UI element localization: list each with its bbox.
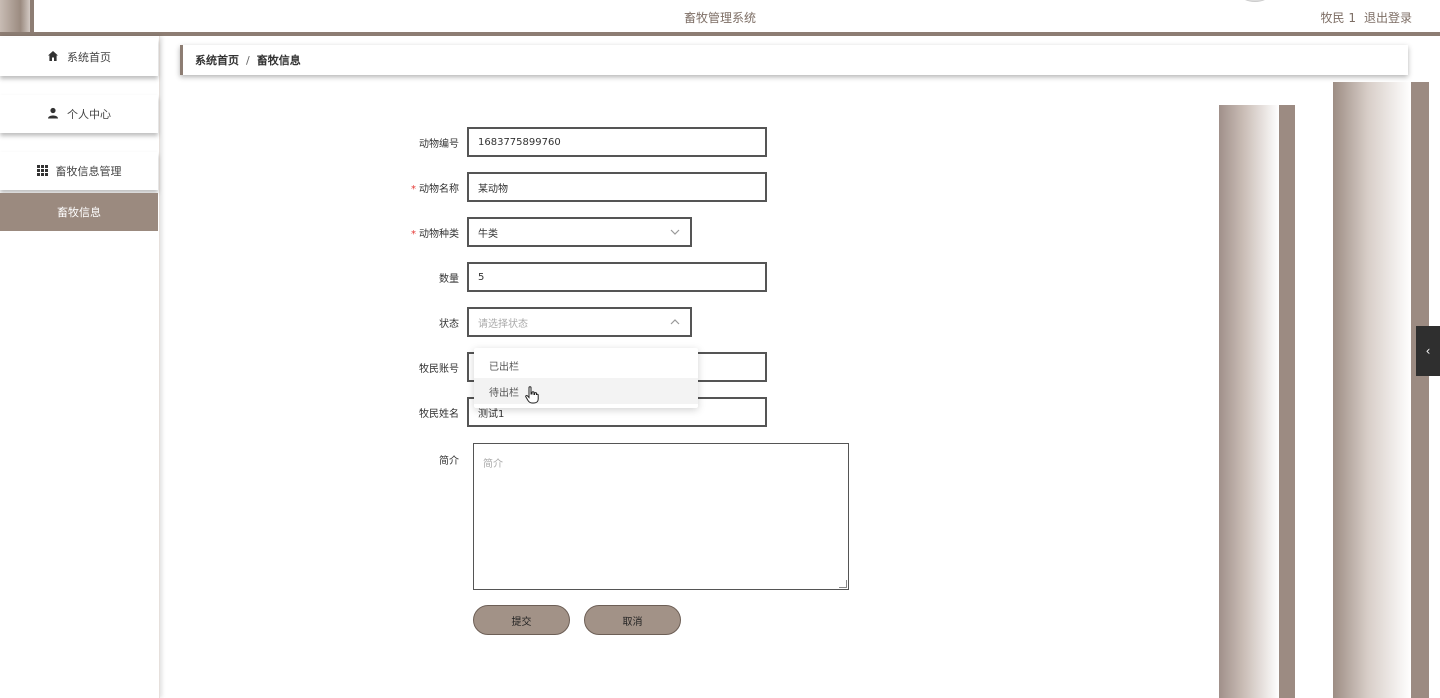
sidebar-item-label: 系统首页: [67, 51, 111, 64]
breadcrumb-current: 畜牧信息: [256, 54, 301, 67]
decor-pillar: [1279, 105, 1295, 698]
grid-icon: [36, 164, 48, 178]
top-header: 畜牧管理系统 牧民 1 退出登录: [0, 0, 1440, 36]
header-user-area: 牧民 1 退出登录: [1321, 9, 1412, 26]
hand-cursor-icon: [525, 386, 539, 407]
form-row-animal-type: * 动物种类 牛类: [380, 217, 692, 247]
breadcrumb-separator: /: [246, 53, 250, 67]
status-option-out[interactable]: 已出栏: [474, 352, 698, 378]
field-label: * 动物名称: [411, 183, 459, 195]
collapse-tab[interactable]: ‹: [1416, 326, 1440, 376]
field-label: 牧民账号: [419, 363, 459, 375]
home-icon: [47, 50, 59, 64]
select-placeholder: 请选择状态: [478, 318, 528, 330]
select-value: 牛类: [478, 228, 498, 240]
quantity-input[interactable]: 5: [467, 262, 767, 292]
required-mark: *: [411, 183, 416, 195]
decor-pillar: [1411, 82, 1429, 698]
app-title: 畜牧管理系统: [683, 11, 756, 25]
animal-id-input[interactable]: 1683775899760: [467, 127, 767, 157]
sidebar-item-livestock-management[interactable]: 畜牧信息管理: [0, 152, 158, 190]
required-mark: *: [411, 228, 416, 240]
chevron-down-icon: [670, 227, 680, 238]
form-row-intro: 简介: [380, 443, 467, 473]
form-row-status: 状态 请选择状态: [380, 307, 692, 337]
status-option-pending[interactable]: 待出栏: [474, 378, 698, 404]
avatar: [1240, 0, 1270, 2]
breadcrumb-home[interactable]: 系统首页: [195, 52, 239, 68]
field-label: * 动物种类: [411, 228, 459, 240]
animal-type-select[interactable]: 牛类: [467, 217, 692, 247]
field-label: 牧民姓名: [419, 408, 459, 420]
sidebar: 系统首页 个人中心 畜牧信息管理 畜牧信息: [0, 36, 160, 698]
form-row-quantity: 数量 5: [380, 262, 767, 292]
status-dropdown: 已出栏 待出栏: [474, 348, 698, 408]
animal-name-input[interactable]: 某动物: [467, 172, 767, 202]
sidebar-subitem-livestock-info[interactable]: 畜牧信息: [0, 193, 158, 231]
status-select[interactable]: 请选择状态: [467, 307, 692, 337]
submit-button[interactable]: 提交: [473, 605, 570, 635]
user-icon: [47, 107, 59, 121]
decor-pillar: [1333, 82, 1411, 698]
field-label: 数量: [439, 273, 459, 285]
chevron-up-icon: [670, 317, 680, 328]
field-label: 状态: [439, 318, 459, 330]
username: 牧民 1: [1320, 11, 1356, 25]
textarea-placeholder: 简介: [483, 459, 503, 470]
sidebar-item-home[interactable]: 系统首页: [0, 38, 158, 76]
chevron-left-icon: ‹: [1425, 344, 1431, 358]
breadcrumb: 系统首页 / 畜牧信息: [180, 45, 1408, 75]
decor-pillar: [1219, 105, 1279, 698]
resize-handle[interactable]: [839, 580, 847, 588]
form-row-animal-id: 动物编号 1683775899760: [380, 127, 767, 157]
logout-link[interactable]: 退出登录: [1364, 9, 1412, 26]
form-row-animal-name: * 动物名称 某动物: [380, 172, 767, 202]
sidebar-item-personal-center[interactable]: 个人中心: [0, 95, 158, 133]
cancel-button[interactable]: 取消: [584, 605, 681, 635]
field-label: 动物编号: [419, 138, 459, 150]
intro-textarea[interactable]: 简介: [473, 443, 849, 590]
sidebar-item-label: 畜牧信息管理: [55, 165, 122, 178]
field-label: 简介: [439, 456, 459, 467]
sidebar-item-label: 个人中心: [67, 108, 111, 121]
